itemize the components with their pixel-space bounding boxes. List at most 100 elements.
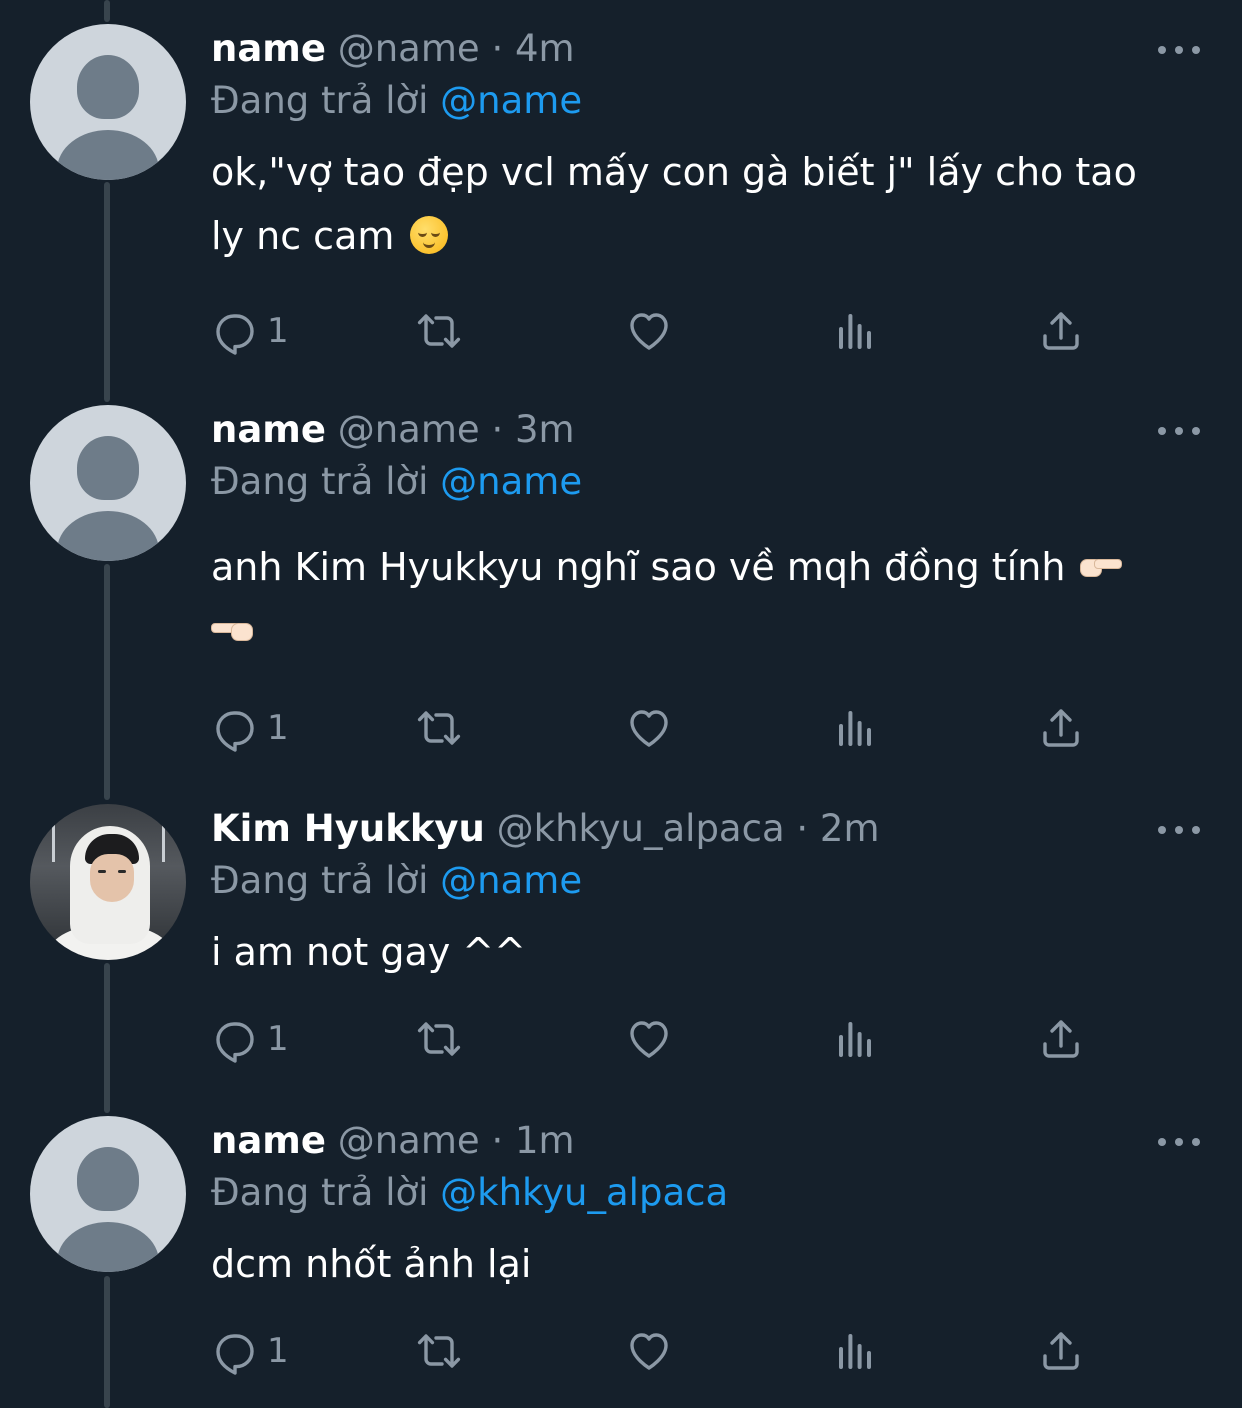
separator-dot: · (491, 1119, 504, 1162)
tweet-text-line: ok,"vợ tao đẹp vcl mấy con gà biết j" lấ… (211, 150, 1137, 194)
heart-icon (630, 1333, 668, 1370)
reply-button[interactable]: 1 (211, 1326, 289, 1376)
replying-to-label: Đang trả lời (211, 79, 429, 122)
reply-icon (216, 1022, 254, 1063)
display-name[interactable]: name (211, 1119, 326, 1162)
timestamp[interactable]: 2m (820, 807, 880, 850)
share-icon (1043, 1332, 1079, 1370)
action-bar: 1 (211, 1326, 1091, 1376)
retweet-icon (417, 314, 461, 348)
more-options-icon[interactable] (1158, 421, 1200, 441)
avatar-face (90, 854, 134, 902)
timestamp[interactable]: 3m (515, 408, 575, 451)
reply-button[interactable]: 1 (211, 1014, 289, 1064)
handle[interactable]: @khkyu_alpaca (497, 807, 785, 850)
replying-to-label: Đang trả lời (211, 460, 429, 503)
tweet[interactable]: name @name · 4m Đang trả lời @name ok,"v… (0, 24, 1242, 384)
views-icon (839, 314, 871, 349)
avatar-body (57, 511, 159, 561)
retweet-button[interactable] (415, 306, 463, 356)
avatar-body (57, 130, 159, 180)
views-button[interactable] (831, 703, 879, 753)
replying-to: Đang trả lời @name (211, 76, 582, 126)
tweet-header: name @name · 4m (211, 24, 575, 74)
avatar-eye (118, 870, 126, 873)
retweet-icon (417, 711, 461, 745)
tweet-text: ok,"vợ tao đẹp vcl mấy con gà biết j" lấ… (211, 140, 1201, 268)
avatar-head (77, 436, 139, 500)
background-light (162, 816, 165, 862)
retweet-button[interactable] (415, 703, 463, 753)
reply-icon (216, 314, 254, 355)
like-button[interactable] (625, 1326, 673, 1376)
tweet-text-line: i am not gay ^^ (211, 930, 526, 974)
views-icon (839, 1022, 871, 1057)
share-button[interactable] (1037, 703, 1085, 753)
handle[interactable]: @name (338, 27, 480, 70)
views-button[interactable] (831, 306, 879, 356)
more-options-icon[interactable] (1158, 820, 1200, 840)
separator-dot: · (796, 807, 809, 850)
pointing-right-emoji-icon (1078, 555, 1122, 577)
views-icon (839, 1334, 871, 1369)
tweet[interactable]: name @name · 3m Đang trả lời @name anh K… (0, 405, 1242, 785)
timestamp[interactable]: 4m (515, 27, 575, 70)
separator-dot: · (491, 27, 504, 70)
mention-link[interactable]: @name (440, 460, 582, 503)
avatar[interactable] (30, 24, 186, 180)
replying-to: Đang trả lời @name (211, 457, 582, 507)
avatar-photo[interactable] (30, 804, 186, 960)
share-button[interactable] (1037, 1014, 1085, 1064)
timestamp[interactable]: 1m (515, 1119, 575, 1162)
reply-button[interactable]: 1 (211, 306, 289, 356)
replying-to: Đang trả lời @name (211, 856, 582, 906)
tweet-header: name @name · 1m (211, 1116, 575, 1166)
mention-link[interactable]: @khkyu_alpaca (440, 1171, 728, 1214)
share-button[interactable] (1037, 306, 1085, 356)
like-button[interactable] (625, 306, 673, 356)
handle[interactable]: @name (338, 1119, 480, 1162)
views-button[interactable] (831, 1014, 879, 1064)
heart-icon (630, 710, 668, 747)
mention-link[interactable]: @name (440, 79, 582, 122)
avatar[interactable] (30, 1116, 186, 1272)
pointing-left-emoji-icon (211, 619, 255, 641)
tweet-text-line: anh Kim Hyukkyu nghĩ sao về mqh đồng tín… (211, 535, 1201, 599)
avatar-eye (98, 870, 106, 873)
tweet-header: Kim Hyukkyu @khkyu_alpaca · 2m (211, 804, 880, 854)
retweet-icon (417, 1334, 461, 1368)
avatar[interactable] (30, 405, 186, 561)
tweet[interactable]: name @name · 1m Đang trả lời @khkyu_alpa… (0, 1116, 1242, 1408)
display-name[interactable]: Kim Hyukkyu (211, 807, 485, 850)
tweet-header: name @name · 3m (211, 405, 575, 455)
reply-icon (216, 1334, 254, 1375)
avatar-head (77, 1147, 139, 1211)
mention-link[interactable]: @name (440, 859, 582, 902)
reply-count: 1 (267, 1019, 289, 1059)
action-bar: 1 (211, 306, 1091, 356)
tweet-text: anh Kim Hyukkyu nghĩ sao về mqh đồng tín… (211, 535, 1201, 663)
action-bar: 1 (211, 1014, 1091, 1064)
more-options-icon[interactable] (1158, 1132, 1200, 1152)
retweet-button[interactable] (415, 1014, 463, 1064)
relieved-face-emoji-icon (410, 215, 449, 254)
display-name[interactable]: name (211, 408, 326, 451)
avatar-body (57, 1222, 159, 1272)
display-name[interactable]: name (211, 27, 326, 70)
views-button[interactable] (831, 1326, 879, 1376)
replying-to-label: Đang trả lời (211, 1171, 429, 1214)
tweet-text-line: ly nc cam (211, 204, 1201, 268)
reply-button[interactable]: 1 (211, 703, 289, 753)
retweet-icon (417, 1022, 461, 1056)
share-button[interactable] (1037, 1326, 1085, 1376)
like-button[interactable] (625, 1014, 673, 1064)
handle[interactable]: @name (338, 408, 480, 451)
retweet-button[interactable] (415, 1326, 463, 1376)
reply-count: 1 (267, 311, 289, 351)
reply-icon (216, 711, 254, 752)
heart-icon (630, 313, 668, 350)
tweet[interactable]: Kim Hyukkyu @khkyu_alpaca · 2m Đang trả … (0, 804, 1242, 1094)
like-button[interactable] (625, 703, 673, 753)
reply-count: 1 (267, 1331, 289, 1371)
more-options-icon[interactable] (1158, 40, 1200, 60)
